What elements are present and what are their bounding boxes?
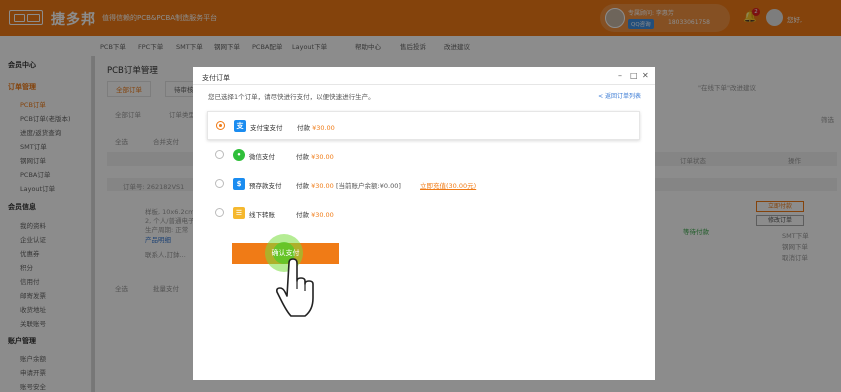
radio-alipay[interactable] [216,121,225,130]
pay-order-dialog: 支付订单 – □ ✕ 您已选择1个订单，请尽快进行支付，以便快速进行生产。 < … [193,67,655,380]
pay-method-name: 微信支付 [249,153,275,161]
transfer-icon: ☰ [233,207,245,219]
minimize-icon[interactable]: – [618,71,622,81]
account-balance: [当前账户余额:¥0.00] [336,182,401,190]
dialog-message: 您已选择1个订单，请尽快进行支付，以便快速进行生产。 [208,93,375,101]
pay-method-wechat[interactable]: • 微信支付 付款 ¥30.00 [207,141,640,170]
dialog-divider [193,84,655,85]
radio-deposit[interactable] [215,179,224,188]
pay-method-name: 线下转账 [249,211,275,219]
wechat-icon: • [233,149,245,161]
back-to-order-list-link[interactable]: < 返回订单列表 [598,91,641,100]
pay-method-deposit[interactable]: $ 预存款支付 付款 ¥30.00 [当前账户余额:¥0.00] 立即充值(30… [207,170,640,199]
pay-method-transfer[interactable]: ☰ 线下转账 付款 ¥30.00 [207,199,640,228]
alipay-icon: 支 [234,120,246,132]
maximize-icon[interactable]: □ [630,71,638,81]
pointer-hand-icon [276,258,314,317]
pay-method-alipay[interactable]: 支 支付宝支付 付款 ¥30.00 [207,111,640,140]
pay-amount: 付款 ¥30.00 [296,153,334,161]
pay-amount: 付款 ¥30.00 [297,124,335,132]
pay-method-name: 预存款支付 [249,182,282,190]
recharge-link[interactable]: 立即充值(30.00元) [420,180,476,190]
pay-amount: 付款 ¥30.00 [296,182,334,190]
pay-method-name: 支付宝支付 [250,124,283,132]
wallet-icon: $ [233,178,245,190]
dialog-title: 支付订单 [202,74,230,82]
radio-wechat[interactable] [215,150,224,159]
radio-transfer[interactable] [215,208,224,217]
pay-amount: 付款 ¥30.00 [296,211,334,219]
close-icon[interactable]: ✕ [642,71,649,81]
